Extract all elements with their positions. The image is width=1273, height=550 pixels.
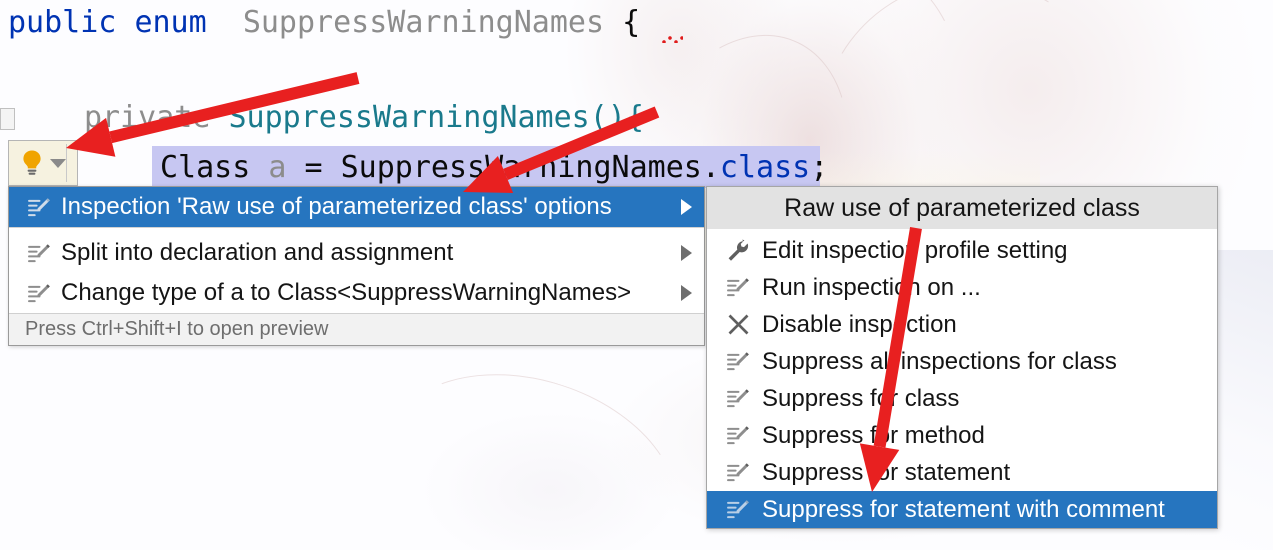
intention-item-change-type[interactable]: Change type of a to Class<SuppressWarnin… <box>9 273 704 313</box>
submenu-title: Raw use of parameterized class <box>707 187 1217 229</box>
wallpaper-hairline <box>356 338 706 550</box>
code-token: SuppressWarningNames <box>242 5 605 40</box>
intention-bulb-widget[interactable] <box>8 140 78 186</box>
intention-item-label: Split into declaration and assignment <box>61 239 454 266</box>
intention-item-label: Change type of a to Class<SuppressWarnin… <box>61 279 632 306</box>
intention-actions-popup[interactable]: Inspection 'Raw use of parameterized cla… <box>8 186 705 346</box>
submenu-item-run-inspection-on[interactable]: Run inspection on ... <box>707 269 1217 306</box>
code-token: = <box>286 150 341 185</box>
close-x-icon <box>723 313 753 336</box>
submenu-item-label: Suppress all inspections for class <box>762 347 1117 375</box>
submenu-item-suppress-for-statement-with-comment[interactable]: Suppress for statement with comment <box>707 491 1217 528</box>
code-token: a <box>268 150 287 185</box>
submenu-item-suppress-for-statement[interactable]: Suppress for statement <box>707 454 1217 491</box>
submenu-item-label: Suppress for statement with comment <box>762 495 1165 523</box>
submenu-item-label: Run inspection on ... <box>762 273 981 301</box>
submenu-item-suppress-all-inspections-for-class[interactable]: Suppress all inspections for class <box>707 343 1217 380</box>
code-token: Class <box>160 150 251 185</box>
submenu-item-edit-inspection-profile[interactable]: Edit inspection profile setting <box>707 232 1217 269</box>
quickfix-pencil-icon <box>723 351 753 372</box>
quickfix-pencil-icon <box>25 243 53 264</box>
intention-item-label: Inspection 'Raw use of parameterized cla… <box>61 193 612 220</box>
submenu-arrow-icon <box>674 244 698 262</box>
code-line-2: private SuppressWarningNames(){ <box>84 100 644 135</box>
quickfix-pencil-icon <box>723 425 753 446</box>
wrench-icon <box>723 239 753 263</box>
quickfix-pencil-icon <box>723 462 753 483</box>
lightbulb-icon[interactable] <box>20 149 44 177</box>
intention-item-inspection-options[interactable]: Inspection 'Raw use of parameterized cla… <box>9 187 704 227</box>
quickfix-pencil-icon <box>723 499 753 520</box>
code-token: ; <box>810 150 829 185</box>
submenu-item-list[interactable]: Edit inspection profile setting Run insp… <box>707 229 1217 528</box>
submenu-item-label: Suppress for statement <box>762 458 1011 486</box>
submenu-item-disable-inspection[interactable]: Disable inspection <box>707 306 1217 343</box>
code-line-3: Class a = SuppressWarningNames.class; <box>160 150 828 185</box>
preview-hint-text: Press Ctrl+Shift+I to open preview <box>25 318 329 340</box>
submenu-item-suppress-for-method[interactable]: Suppress for method <box>707 417 1217 454</box>
submenu-item-label: Suppress for method <box>762 421 985 449</box>
submenu-arrow-icon <box>674 284 698 302</box>
chevron-down-icon[interactable] <box>49 157 67 169</box>
quickfix-pencil-icon <box>723 277 753 298</box>
code-line-1: public enum SuppressWarningNames { <box>8 5 640 40</box>
widget-divider <box>66 144 67 182</box>
code-token: SuppressWarningNames <box>228 100 590 135</box>
quickfix-pencil-icon <box>25 283 53 304</box>
submenu-item-label: Edit inspection profile setting <box>762 236 1068 264</box>
submenu-arrow-icon <box>674 198 698 216</box>
submenu-item-label: Suppress for class <box>762 384 960 412</box>
preview-hint-bar: Press Ctrl+Shift+I to open preview <box>9 313 704 345</box>
code-token: private <box>84 100 211 135</box>
code-token: enum <box>134 5 207 40</box>
code-token: { <box>604 5 641 40</box>
submenu-item-suppress-for-class[interactable]: Suppress for class <box>707 380 1217 417</box>
quickfix-pencil-icon <box>25 197 53 218</box>
code-token: public <box>8 5 117 40</box>
code-token: SuppressWarningNames. <box>340 150 720 185</box>
code-token: class <box>719 150 811 185</box>
submenu-title-text: Raw use of parameterized class <box>784 193 1140 222</box>
code-token: (){ <box>589 100 644 135</box>
error-squiggle <box>661 36 683 43</box>
quickfix-pencil-icon <box>723 388 753 409</box>
intention-item-split-declaration[interactable]: Split into declaration and assignment <box>9 233 704 273</box>
gutter-fold-marker[interactable] <box>0 108 15 130</box>
submenu-item-label: Disable inspection <box>762 310 957 338</box>
inspection-submenu-popup[interactable]: Raw use of parameterized class Edit insp… <box>706 186 1218 529</box>
